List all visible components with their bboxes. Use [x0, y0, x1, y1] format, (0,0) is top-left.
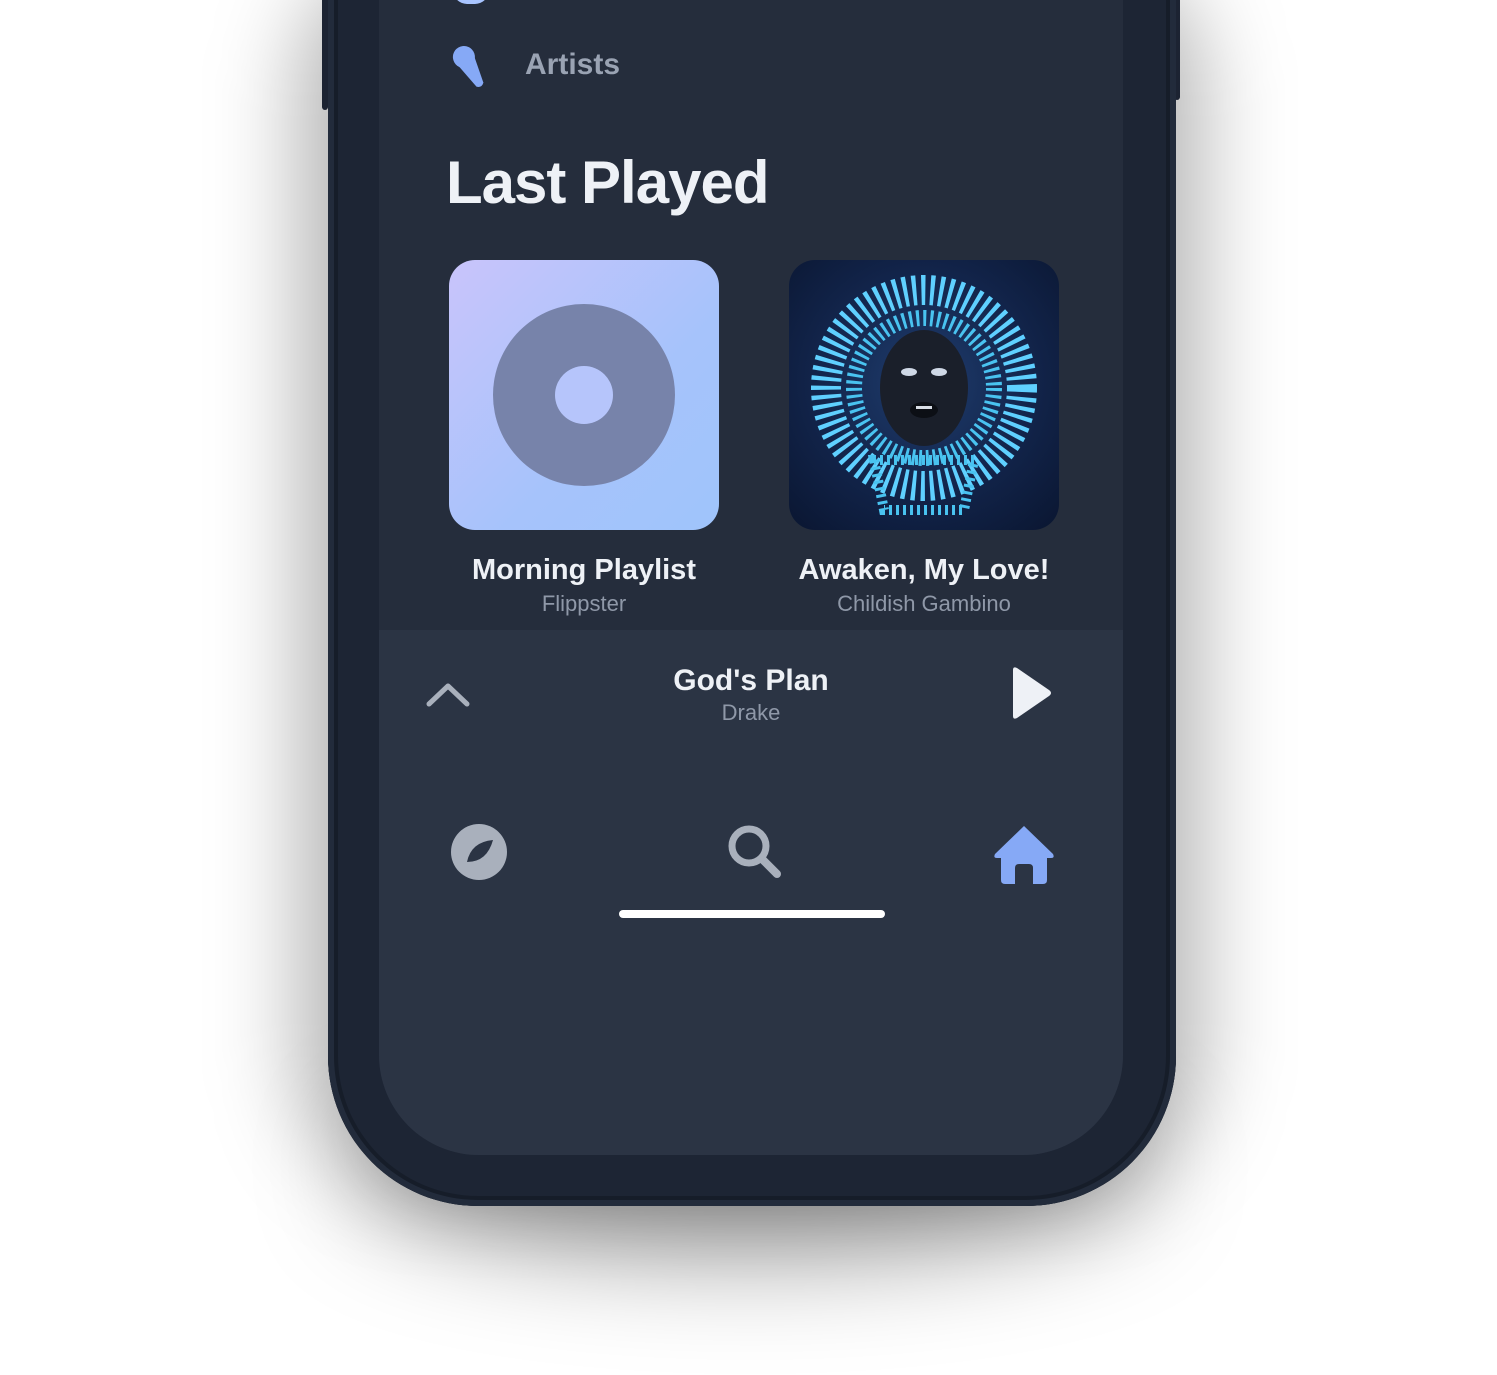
card-subtitle: Childish Gambino	[837, 591, 1011, 616]
card-subtitle: Flippster	[541, 591, 627, 616]
nav-item-artists[interactable]: Artists	[449, 40, 620, 90]
nav-item-label: Artists	[525, 48, 621, 81]
mini-player[interactable]: God's Plan Drake	[379, 630, 1123, 1155]
search-icon	[728, 825, 781, 878]
card-title: Awaken, My Love!	[798, 554, 1050, 586]
playlist-cover[interactable]	[449, 260, 719, 530]
home-indicator[interactable]	[619, 910, 885, 918]
card-awaken-my-love[interactable]: Awaken, My Love! Childish Gambino	[789, 260, 1059, 617]
card-morning-playlist[interactable]: Morning Playlist Flippster	[449, 260, 719, 617]
microphone-icon	[449, 40, 495, 90]
section-title: Last Played	[446, 149, 769, 216]
album-cover[interactable]	[789, 260, 1059, 530]
card-title: Morning Playlist	[472, 554, 696, 586]
app-screen: Artists Last Played Morning Playlist Fli…	[379, 0, 1123, 1155]
tab-home[interactable]	[991, 822, 1061, 892]
album-art-image	[811, 275, 1037, 515]
home-icon	[994, 826, 1054, 884]
tab-search[interactable]	[725, 822, 795, 892]
nav-icon-partial	[453, 0, 489, 4]
disc-hole	[555, 366, 613, 424]
tab-bar	[379, 800, 1123, 910]
tab-browse[interactable]	[449, 822, 519, 892]
disc-icon	[451, 824, 507, 880]
device-stage: Artists Last Played Morning Playlist Fli…	[0, 0, 1497, 1375]
play-icon[interactable]	[1009, 666, 1053, 720]
